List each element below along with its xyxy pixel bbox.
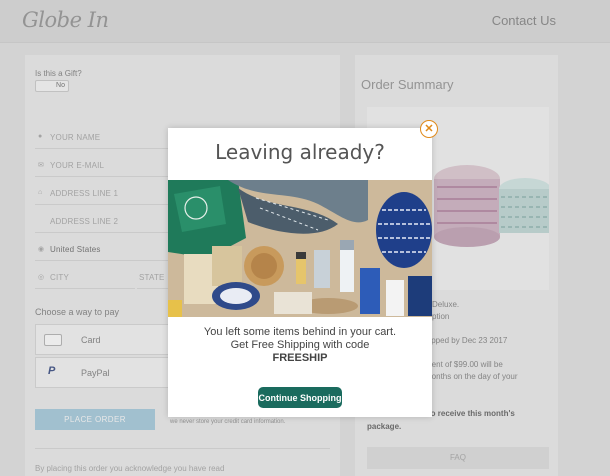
- modal-message: You left some items behind in your cart.…: [168, 326, 432, 365]
- close-icon[interactable]: ✕: [420, 120, 438, 138]
- products-photo: [168, 180, 432, 317]
- modal-title: Leaving already?: [215, 140, 385, 164]
- promo-code: FREESHIP: [272, 352, 328, 364]
- modal-message-line-1: You left some items behind in your cart.: [203, 326, 397, 338]
- modal-message-line-2: Get Free Shipping with code: [230, 339, 370, 351]
- exit-intent-modal: ✕ Leaving already? You left some items b…: [168, 120, 438, 417]
- continue-shopping-button[interactable]: Continue Shopping: [258, 387, 342, 408]
- artisan-goods-illustration: [168, 180, 432, 317]
